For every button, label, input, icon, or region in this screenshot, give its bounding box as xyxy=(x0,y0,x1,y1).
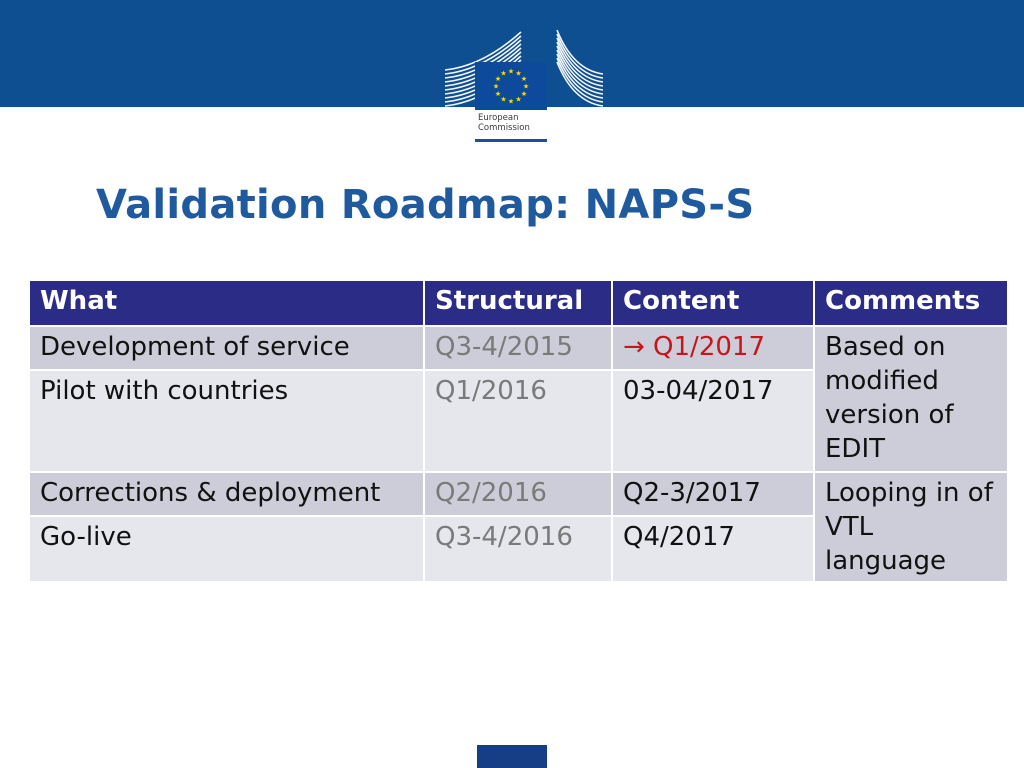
star-icon: ★ xyxy=(500,95,506,103)
star-icon: ★ xyxy=(508,98,514,106)
cell-comment: Based on modified version of EDIT xyxy=(813,325,1009,473)
table-header-row: What Structural Content Comments xyxy=(28,279,1009,327)
logo-label-line1: European xyxy=(478,113,519,123)
cell-what: Go-live xyxy=(28,515,425,583)
cell-structural: Q1/2016 xyxy=(423,369,613,473)
cell-comment: Looping in of VTL language xyxy=(813,471,1009,583)
table-row: Corrections & deployment Q2/2016 Q2-3/20… xyxy=(28,471,1009,583)
cell-content: 03-04/2017 xyxy=(611,369,815,473)
cell-structural: Q3-4/2016 xyxy=(423,515,613,583)
cell-what: Pilot with countries xyxy=(28,369,425,473)
header-comments: Comments xyxy=(813,279,1009,327)
logo-underline xyxy=(475,139,547,142)
cell-structural: Q3-4/2015 xyxy=(423,325,613,371)
header-what: What xyxy=(28,279,425,327)
cell-content: Q2-3/2017 xyxy=(611,471,815,517)
star-icon: ★ xyxy=(493,83,499,91)
star-icon: ★ xyxy=(515,95,521,103)
cell-content: Q4/2017 xyxy=(611,515,815,583)
cell-structural: Q2/2016 xyxy=(423,471,613,517)
roadmap-table: What Structural Content Comments Develop… xyxy=(28,279,1009,583)
european-commission-logo: ★ ★ ★ ★ ★ ★ ★ ★ ★ ★ ★ ★ European Commission xyxy=(475,62,547,142)
star-icon: ★ xyxy=(495,90,501,98)
logo-label: European Commission xyxy=(475,110,547,142)
header-structural: Structural xyxy=(423,279,613,327)
cell-content: → Q1/2017 xyxy=(611,325,815,371)
cell-what: Corrections & deployment xyxy=(28,471,425,517)
star-icon: ★ xyxy=(521,90,527,98)
star-icon: ★ xyxy=(500,70,506,78)
header-content: Content xyxy=(611,279,815,327)
table-row: Development of service Q3-4/2015 → Q1/20… xyxy=(28,325,1009,473)
logo-label-line2: Commission xyxy=(478,123,530,133)
footer-tab xyxy=(477,745,547,768)
star-icon: ★ xyxy=(508,68,514,76)
page-title: Validation Roadmap: NAPS-S xyxy=(96,182,755,228)
eu-flag-icon: ★ ★ ★ ★ ★ ★ ★ ★ ★ ★ ★ ★ xyxy=(475,62,547,110)
cell-what: Development of service xyxy=(28,325,425,371)
